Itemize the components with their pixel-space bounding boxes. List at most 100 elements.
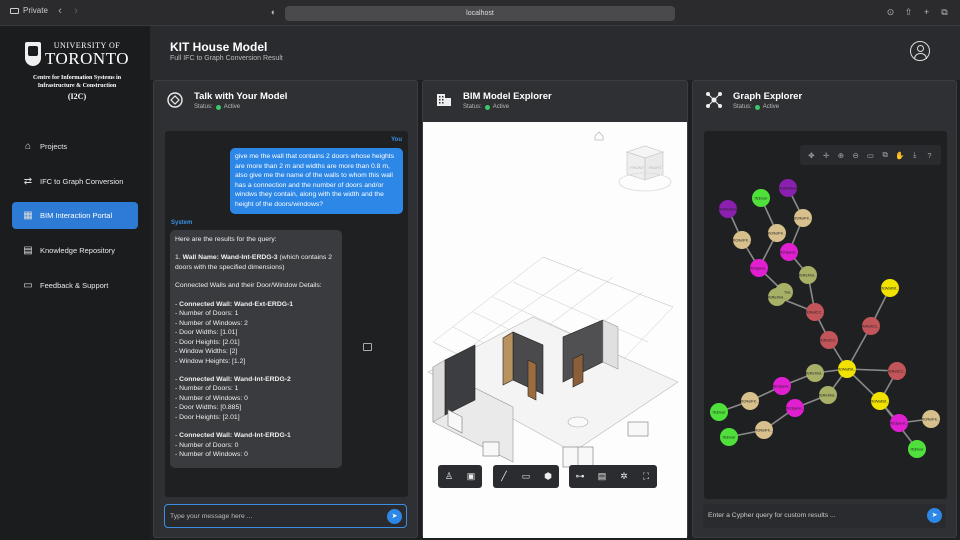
measure-icon[interactable]: ╱ bbox=[493, 465, 515, 488]
sidebar-item-label: IFC to Graph Conversion bbox=[40, 177, 124, 186]
status-dot-icon bbox=[484, 104, 490, 110]
page-subtitle: Full IFC to Graph Conversion Result bbox=[170, 55, 283, 62]
graph-node[interactable]: IfcWallSt... bbox=[881, 279, 900, 297]
sidebar-item-knowledge-repository[interactable]: ▤ Knowledge Repository bbox=[12, 237, 138, 264]
graph-node[interactable]: IfcOpeni... bbox=[780, 243, 798, 261]
connected-wall-detail: - Door Heights: [2.01] bbox=[175, 338, 240, 346]
bim-toolbar-settings: ⊶ ▤ ✲ ⛶ bbox=[569, 465, 657, 488]
folder-icon[interactable]: ▭ bbox=[515, 465, 537, 488]
back-icon[interactable]: ‹ bbox=[53, 5, 67, 17]
graph-node[interactable]: IfcRelVoi... bbox=[798, 266, 818, 284]
graph-node[interactable]: IfcOpeni... bbox=[773, 377, 791, 395]
graph-toolbar: ✥ ✛ ⊕ ⊖ ▭ ⧉ ✋ ⤓ ? bbox=[800, 145, 941, 165]
graph-node[interactable]: IfcRelVoi... bbox=[805, 364, 825, 382]
graph-node[interactable]: IfcRelFil... bbox=[922, 410, 940, 428]
graph-node[interactable]: IfcWindow bbox=[779, 179, 798, 197]
graph-node[interactable]: IfcRelFil... bbox=[768, 224, 786, 242]
university-logo: UNIVERSITY OF TORONTO Centre for Informa… bbox=[22, 41, 132, 101]
user-profile-icon[interactable] bbox=[910, 41, 930, 61]
graph-node[interactable]: IfcRelFil... bbox=[794, 209, 812, 227]
status-prefix: Status: bbox=[463, 104, 482, 110]
graph-node[interactable]: IfcRelCC... bbox=[887, 362, 907, 380]
fullscreen-icon[interactable]: ⛶ bbox=[635, 465, 657, 488]
connected-wall-detail: - Number of Doors: 0 bbox=[175, 441, 239, 449]
tabs-icon[interactable]: ⧉ bbox=[939, 7, 950, 18]
sidebar-item-projects[interactable]: ⌂ Projects bbox=[12, 133, 138, 160]
graph-status: Status: Active bbox=[733, 104, 779, 110]
hand-icon[interactable]: ✋ bbox=[894, 151, 906, 160]
download-icon[interactable]: ⊙ bbox=[885, 7, 896, 18]
chat-ai-icon bbox=[166, 91, 184, 109]
cypher-input-box[interactable]: ➤ bbox=[703, 504, 946, 528]
zoom-in-icon[interactable]: ⊕ bbox=[835, 151, 847, 160]
view-cube: FRONT RIGHT bbox=[618, 145, 672, 192]
projects-icon: ⌂ bbox=[24, 141, 32, 152]
zoom-out-icon[interactable]: ⊖ bbox=[850, 151, 862, 160]
building-icon bbox=[435, 91, 453, 109]
graph-node-label: IfcWallSt... bbox=[838, 367, 857, 372]
properties-icon[interactable]: ▤ bbox=[591, 465, 613, 488]
comment-icon[interactable]: ▭ bbox=[864, 151, 876, 160]
help-icon[interactable]: ? bbox=[924, 151, 936, 160]
graph-node-label: IfcRelVoi... bbox=[767, 295, 786, 300]
graph-node[interactable]: IfcDoor bbox=[908, 440, 926, 458]
settings-icon[interactable]: ✲ bbox=[613, 465, 635, 488]
graph-node[interactable]: IfcRelVoi... bbox=[818, 386, 838, 404]
run-query-button[interactable]: ➤ bbox=[927, 508, 942, 523]
graph-node[interactable]: IfcOpeni... bbox=[750, 259, 768, 277]
person-icon[interactable]: ♙ bbox=[438, 465, 460, 488]
graph-node-label: IfcRelVoi... bbox=[805, 371, 824, 376]
graph-node-label: IfcRelFil... bbox=[755, 428, 773, 433]
sidebar-item-ifc-to-graph[interactable]: ⇄ IFC to Graph Conversion bbox=[12, 168, 138, 195]
chat-input-box[interactable]: ➤ bbox=[164, 504, 407, 528]
copy-icon[interactable]: ⧉ bbox=[879, 150, 891, 160]
connected-wall-detail: - Door Widths: [1.01] bbox=[175, 329, 238, 337]
graph-node[interactable]: IfcRelFil... bbox=[755, 421, 773, 439]
graph-node[interactable]: IfcOpeni... bbox=[786, 399, 804, 417]
forward-icon[interactable]: › bbox=[69, 5, 83, 17]
graph-node[interactable]: IfcRelFil... bbox=[733, 231, 751, 249]
layout-icon[interactable]: ✥ bbox=[805, 151, 817, 160]
share-icon[interactable]: ⇧ bbox=[903, 7, 914, 18]
graph-node-label: IfcDoor bbox=[713, 410, 727, 415]
send-message-button[interactable]: ➤ bbox=[387, 509, 402, 524]
user-label: You bbox=[391, 137, 402, 143]
graph-node[interactable]: IfcWindow bbox=[719, 200, 738, 218]
cube-icon[interactable]: ⬢ bbox=[537, 465, 559, 488]
sidebar: UNIVERSITY OF TORONTO Centre for Informa… bbox=[0, 26, 150, 540]
sidebar-item-feedback-support[interactable]: ▭ Feedback & Support bbox=[12, 272, 138, 299]
svg-text:RIGHT: RIGHT bbox=[649, 165, 662, 170]
graph-canvas[interactable]: IfcWindow IfcDoor IfcWindow IfcRelFil... Ifc… bbox=[704, 131, 947, 499]
private-icon bbox=[10, 7, 19, 14]
graph-node[interactable]: IfcRelCC... bbox=[819, 331, 839, 349]
download-icon[interactable]: ⤓ bbox=[909, 150, 921, 160]
reply-wall: 1. Wall Name: Wand-Int-ERDG-3 (which con… bbox=[175, 254, 332, 271]
bim-toolbar-navigation: ♙ ▣ bbox=[438, 465, 482, 488]
reply-intro: Here are the results for the query: bbox=[175, 236, 277, 243]
graph-node[interactable]: IfcDoor bbox=[752, 189, 770, 207]
graph-node[interactable]: IfcDoor bbox=[710, 403, 728, 421]
graph-node-label: IfcRelFil... bbox=[768, 231, 786, 236]
bim-panel-title: BIM Model Explorer bbox=[463, 91, 552, 102]
graph-node[interactable]: IfcRelFil... bbox=[741, 392, 759, 410]
new-tab-icon[interactable]: + bbox=[921, 7, 932, 18]
chat-messages[interactable]: You give me the wall that contains 2 doo… bbox=[165, 131, 408, 497]
sidebar-item-bim-interaction-portal[interactable]: ▦ BIM Interaction Portal bbox=[12, 202, 138, 229]
graph-network-icon bbox=[705, 91, 723, 109]
url-bar[interactable]: localhost bbox=[285, 6, 675, 21]
graph-node[interactable]: IfcRelCC... bbox=[805, 303, 825, 321]
connected-wall-detail: - Number of Windows: 0 bbox=[175, 451, 248, 459]
graph-node[interactable]: IfcRelCC... bbox=[861, 317, 881, 335]
book-icon: ▤ bbox=[23, 245, 33, 256]
graph-node[interactable]: IfcDoor bbox=[720, 428, 738, 446]
graph-node-label: IfcOpeni... bbox=[773, 384, 791, 389]
camera-icon[interactable]: ▣ bbox=[460, 465, 482, 488]
hierarchy-icon[interactable]: ⊶ bbox=[569, 465, 591, 488]
system-message: Here are the results for the query: 1. W… bbox=[170, 230, 342, 468]
graph-node[interactable]: IfcOpeni... bbox=[890, 414, 908, 432]
chat-message-input[interactable] bbox=[170, 510, 380, 523]
copy-message-icon[interactable] bbox=[363, 343, 372, 351]
shield-icon[interactable]: ◐ bbox=[268, 7, 279, 18]
move-icon[interactable]: ✛ bbox=[820, 151, 832, 160]
cypher-query-input[interactable] bbox=[708, 509, 918, 522]
